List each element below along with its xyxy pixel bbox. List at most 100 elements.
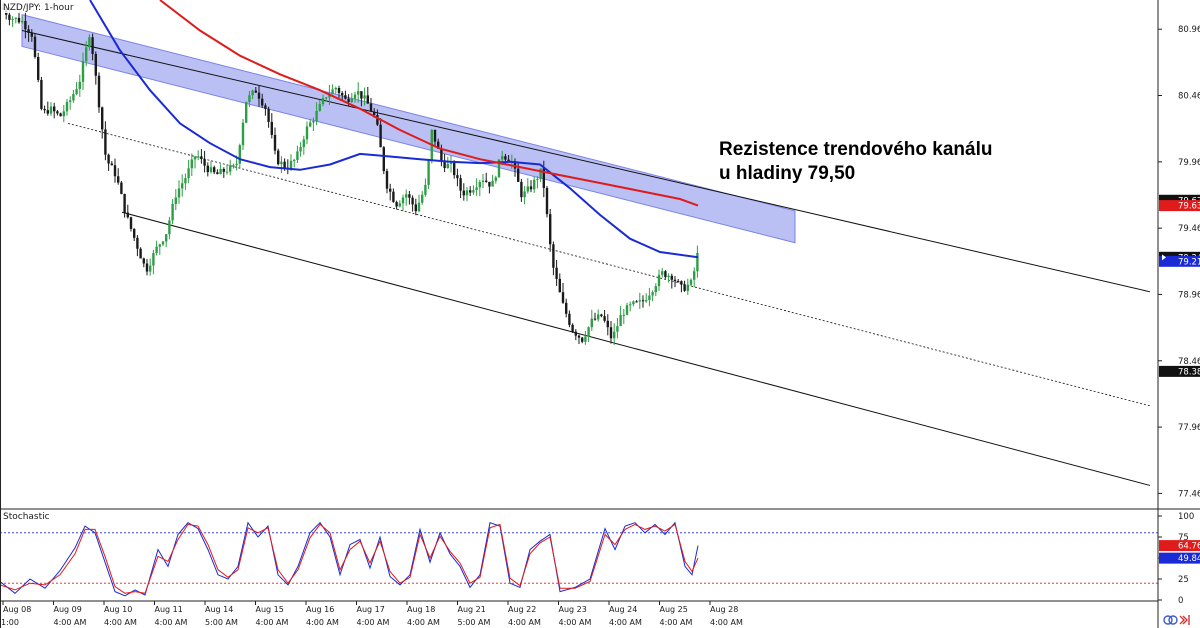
candle-body <box>81 61 85 82</box>
candle-body <box>673 279 677 282</box>
candle-body <box>337 87 341 94</box>
candle-body <box>616 326 619 332</box>
candle-body <box>561 292 565 303</box>
candle-body <box>472 190 475 193</box>
time-tick-date: Aug 24 <box>609 605 637 614</box>
candle-body <box>565 302 568 314</box>
candle-body <box>21 21 24 23</box>
candle-body <box>171 203 174 221</box>
candle-body <box>91 37 94 54</box>
candle-body <box>277 150 280 165</box>
candle-body <box>225 171 229 173</box>
candle-body <box>504 156 507 160</box>
candle-body <box>209 167 213 173</box>
candle-body <box>254 90 257 93</box>
candle-body <box>446 163 449 169</box>
chart-canvas[interactable]: 80.96 80.46 79.96 79.46 78.96 78.46 77.96 77.46… <box>0 0 1200 628</box>
candle-body <box>117 176 120 183</box>
time-tick-date: Aug 15 <box>256 605 284 614</box>
candle-body <box>318 104 321 111</box>
candle-body <box>232 165 235 167</box>
candle-body <box>264 105 267 109</box>
candle-body <box>206 165 209 173</box>
candle-body <box>155 246 158 253</box>
candle-body <box>385 171 389 189</box>
candle-body <box>145 263 149 272</box>
candle-body <box>590 318 593 328</box>
candle-body <box>622 314 625 316</box>
candle-body <box>369 103 373 112</box>
candle-body <box>257 92 261 99</box>
candle-body <box>190 159 193 169</box>
candle-body <box>526 186 529 192</box>
candle-body <box>53 106 56 112</box>
candle-body <box>670 275 673 280</box>
candle-body <box>347 98 350 103</box>
candle-body <box>325 97 328 99</box>
candle-body <box>14 17 17 19</box>
time-tick-time: 4:00 AM <box>559 618 592 627</box>
candle-body <box>88 37 91 48</box>
candle-body <box>46 110 49 114</box>
candle-body <box>245 101 248 123</box>
candle-body <box>581 337 584 342</box>
candle-body <box>667 275 670 278</box>
candle-body <box>603 316 606 321</box>
candle-body <box>398 203 401 207</box>
jump-to-latest-icon[interactable] <box>1179 615 1190 625</box>
candle-body <box>433 129 437 142</box>
candle-body <box>331 89 334 95</box>
candle-body <box>613 331 616 339</box>
candle-body <box>222 168 225 172</box>
time-tick-time: 4:00 AM <box>256 618 289 627</box>
candle-body <box>481 180 485 183</box>
time-tick-time: 4:00 AM <box>710 618 743 627</box>
candle-body <box>24 21 27 30</box>
time-tick-date: Aug 10 <box>104 605 132 614</box>
time-tick-date: Aug 18 <box>407 605 435 614</box>
candle-body <box>405 194 408 198</box>
candle-body <box>529 186 533 190</box>
annotation-line: u hladiny 79,50 <box>719 163 855 184</box>
candle-body <box>341 93 344 96</box>
candle-body <box>261 98 264 106</box>
candle-body <box>113 165 117 177</box>
candle-body <box>427 159 430 185</box>
candle-body <box>657 274 661 287</box>
candle-body <box>664 271 667 278</box>
candle-body <box>321 97 325 105</box>
candle-body <box>101 107 104 130</box>
time-tick-time: 5:00 AM <box>205 618 238 627</box>
candle-body <box>334 87 337 90</box>
candle-body <box>289 160 293 169</box>
candle-body <box>629 304 632 306</box>
time-tick-date: Aug 28 <box>710 605 738 614</box>
candle-body <box>283 161 286 168</box>
candle-body <box>11 18 14 20</box>
candle-body <box>645 300 648 302</box>
candle-body <box>357 91 360 95</box>
candle-body <box>693 271 696 280</box>
candle-body <box>280 161 283 165</box>
candle-body <box>609 327 613 339</box>
candle-body <box>677 281 680 283</box>
candle-body <box>552 244 555 268</box>
candle-body <box>62 111 65 117</box>
candle-body <box>373 111 376 115</box>
candle-body <box>353 94 357 99</box>
candle-body <box>558 278 561 293</box>
candle-body <box>78 81 81 89</box>
osc-tick-label: 100 <box>1178 512 1194 522</box>
candle-body <box>414 204 417 212</box>
time-tick-date: Aug 25 <box>660 605 688 614</box>
candle-body <box>696 252 699 272</box>
linked-circles-icon[interactable] <box>1163 615 1178 625</box>
candle-body <box>293 159 296 161</box>
candle-body <box>8 14 11 20</box>
time-tick-time: 4:00 AM <box>357 618 390 627</box>
time-tick-date: Aug 22 <box>508 605 536 614</box>
candle-body <box>312 121 315 123</box>
candle-body <box>648 295 651 301</box>
candle-body <box>408 194 411 198</box>
candle-body <box>478 182 481 188</box>
